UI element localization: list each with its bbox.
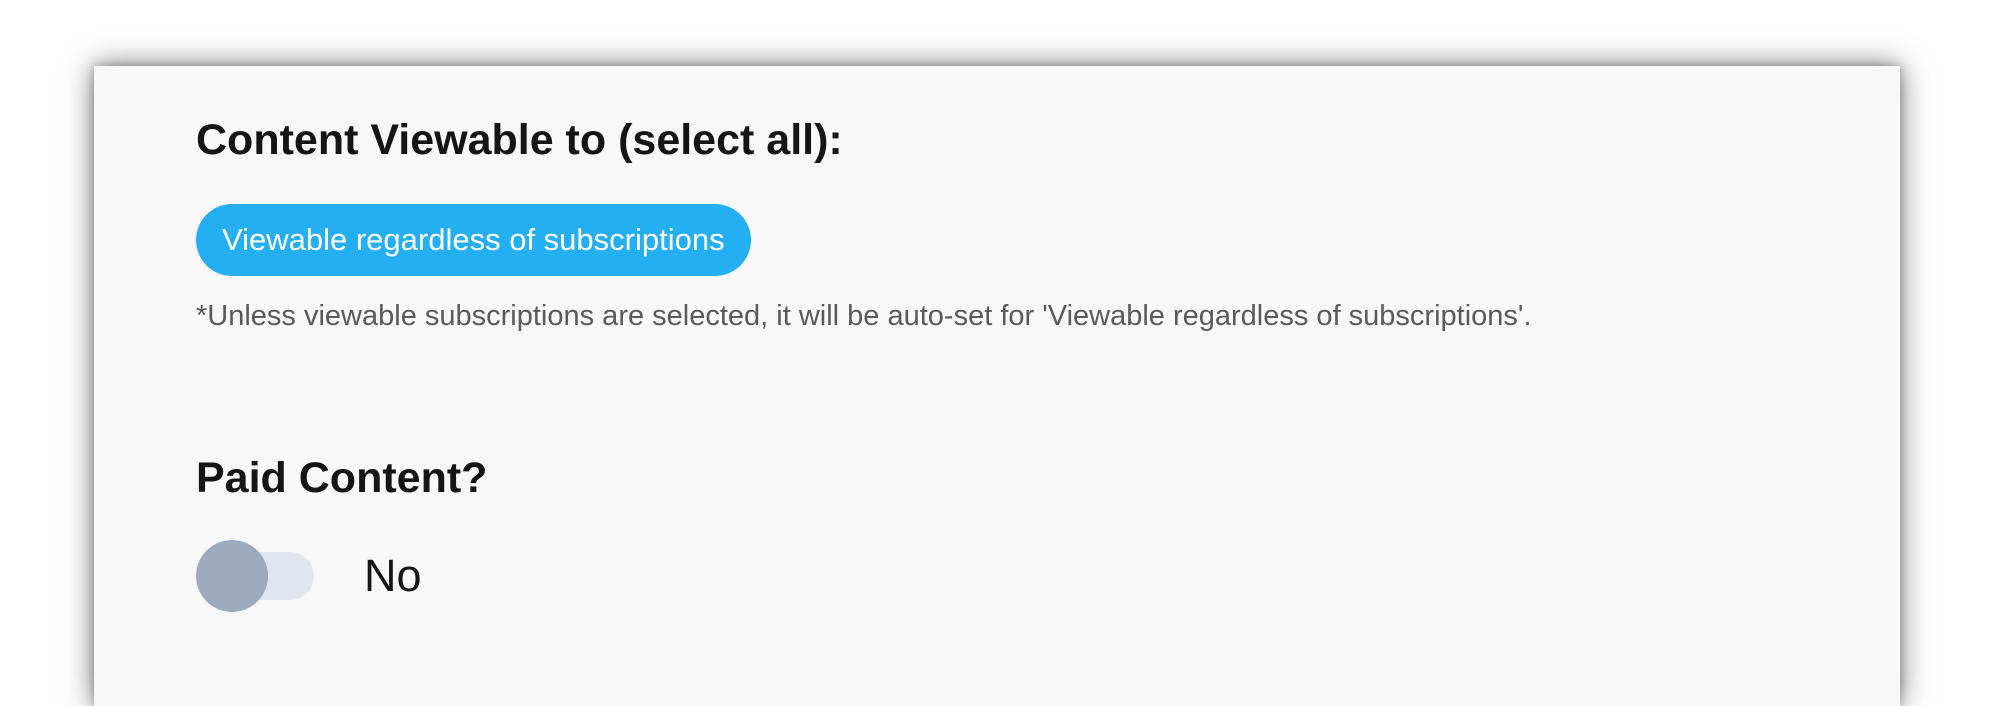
toggle-knob	[196, 540, 268, 612]
paid-content-toggle[interactable]	[196, 538, 320, 614]
viewable-section-heading: Content Viewable to (select all):	[196, 116, 843, 164]
paid-content-toggle-label: No	[364, 550, 422, 601]
paid-content-heading: Paid Content?	[196, 454, 488, 502]
viewable-regardless-chip[interactable]: Viewable regardless of subscriptions	[196, 204, 751, 276]
settings-card: Content Viewable to (select all): Viewab…	[94, 66, 1900, 706]
viewable-note: *Unless viewable subscriptions are selec…	[196, 300, 1532, 332]
